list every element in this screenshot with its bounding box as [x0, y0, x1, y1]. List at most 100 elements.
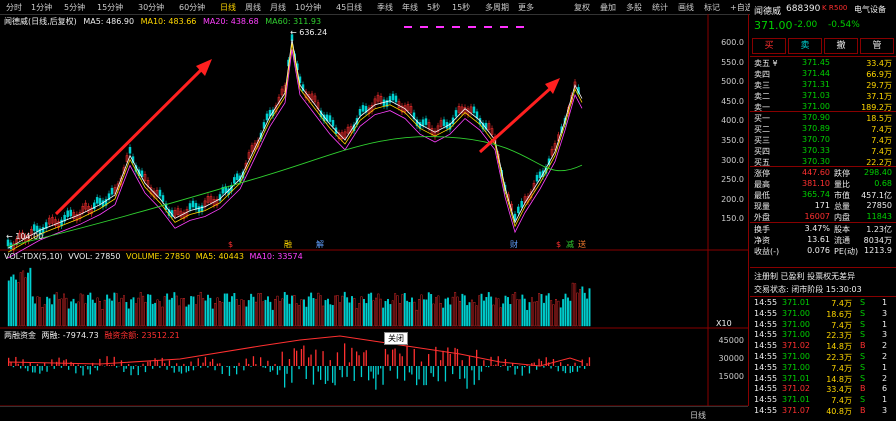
ask-row[interactable]: 卖三371.3129.7万	[750, 80, 896, 90]
fund-bar	[416, 366, 417, 385]
period-tab[interactable]: 年线	[402, 2, 418, 13]
period-tab[interactable]: 60分钟	[179, 2, 205, 13]
event-marker[interactable]: 解	[316, 239, 324, 249]
fund-bar	[56, 362, 57, 366]
bid-row[interactable]: 买三370.707.4万	[750, 135, 896, 145]
period-tab[interactable]: 5分钟	[64, 2, 85, 13]
fund-bar	[584, 366, 585, 369]
toolbar-action[interactable]: 画线	[678, 2, 694, 13]
tick-row[interactable]: 14:55371.0233.4万B6	[750, 384, 896, 394]
fund-bar	[277, 366, 278, 375]
tick-row[interactable]: 14:55371.0740.8万B3	[750, 406, 896, 416]
event-marker[interactable]: 融	[284, 239, 292, 249]
volume-bar	[464, 296, 466, 326]
fund-bar	[409, 366, 410, 372]
ask-row[interactable]: 卖四371.4466.9万	[750, 69, 896, 79]
fund-bar	[20, 366, 21, 368]
volume-bar	[126, 302, 128, 326]
tick-row[interactable]: 14:55371.0022.3万S3	[750, 330, 896, 340]
tick-row[interactable]: 14:55371.007.4万S1	[750, 363, 896, 373]
chart-panel[interactable]: $融解财$减送 闻德威(日线,后复权) MA5: 486.90 MA10: 48…	[0, 14, 749, 406]
period-tab[interactable]: 季线	[377, 2, 393, 13]
tick-row[interactable]: 14:55371.007.4万S1	[750, 320, 896, 330]
period-tab[interactable]: 日线	[220, 2, 236, 13]
tick-row[interactable]: 14:55371.0214.8万B2	[750, 341, 896, 351]
event-marker[interactable]: 送	[578, 239, 586, 249]
bid-row[interactable]: 买一370.9018.5万	[750, 113, 896, 123]
tick-time: 14:55	[754, 395, 777, 404]
fund-bar	[135, 365, 136, 366]
quote-row: 最低365.74市值457.1亿	[750, 190, 896, 200]
tick-row[interactable]: 14:55371.0022.3万S2	[750, 352, 896, 362]
period-tab[interactable]: 月线	[270, 2, 286, 13]
cancel-order-button[interactable]: 撤	[824, 38, 858, 54]
period-tab[interactable]: 15分钟	[97, 2, 123, 13]
volume-bar	[538, 293, 540, 326]
fund-bar	[298, 366, 299, 369]
fund-bar	[75, 366, 76, 373]
volume-bar	[97, 298, 99, 326]
fund-bar	[514, 366, 515, 375]
buy-button[interactable]: 买	[752, 38, 786, 54]
volume-bar	[188, 305, 190, 326]
toolbar-action[interactable]: 多股	[626, 2, 642, 13]
event-marker[interactable]: $	[228, 240, 233, 249]
fund-bar	[274, 364, 275, 366]
tick-row[interactable]: 14:55371.0018.6万S3	[750, 309, 896, 319]
manage-button[interactable]: 管	[860, 38, 894, 54]
fund-bar	[13, 366, 14, 367]
volume-bar	[291, 296, 293, 326]
period-tab[interactable]: 45日线	[336, 2, 362, 13]
period-tab[interactable]: 1分钟	[31, 2, 52, 13]
toolbar-action[interactable]: 叠加	[600, 2, 616, 13]
event-marker[interactable]: 减	[566, 239, 574, 249]
volume-bar	[522, 295, 524, 326]
industry-label[interactable]: 电气设备	[854, 4, 886, 15]
bid-row[interactable]: 买四370.337.4万	[750, 146, 896, 156]
volume-bar	[567, 298, 569, 326]
tick-row[interactable]: 14:55371.017.4万S1	[750, 395, 896, 405]
volume-bar	[253, 297, 255, 326]
volume-bar	[294, 295, 296, 326]
bid-row[interactable]: 买二370.897.4万	[750, 124, 896, 134]
tick-time: 14:55	[754, 320, 777, 329]
period-tab[interactable]: 多周期	[485, 2, 509, 13]
period-tab[interactable]: 10分钟	[295, 2, 321, 13]
period-tab[interactable]: 更多	[518, 2, 534, 13]
ask-row[interactable]: 卖二371.0337.1万	[750, 91, 896, 101]
ask-row[interactable]: 卖五 ¥371.4533.4万	[750, 58, 896, 68]
toolbar-action[interactable]: 标记	[704, 2, 720, 13]
period-tab[interactable]: 5秒	[427, 2, 440, 13]
tick-side: S	[860, 330, 865, 339]
toolbar-action[interactable]: 复权	[574, 2, 590, 13]
toolbar-action[interactable]: 统计	[652, 2, 668, 13]
event-marker[interactable]: 财	[510, 239, 518, 249]
period-tab[interactable]: 周线	[245, 2, 261, 13]
volume-bar	[562, 299, 564, 326]
candle-body	[362, 105, 364, 111]
ma5-legend: MA5: 486.90	[83, 17, 134, 26]
fund-tick: 30000	[710, 354, 744, 363]
volume-bar	[529, 302, 531, 326]
tick-row[interactable]: 14:55371.017.4万S1	[750, 298, 896, 308]
event-marker[interactable]: $	[556, 240, 561, 249]
fund-bar	[32, 366, 33, 372]
fund-bar	[373, 366, 374, 378]
volume-bar	[39, 298, 41, 326]
close-tooltip[interactable]: 关闭	[384, 332, 408, 345]
volume-bar	[356, 308, 358, 326]
tick-volume: 7.4万	[818, 363, 852, 374]
fund-bar	[589, 357, 590, 366]
tick-row[interactable]: 14:55371.0114.8万S2	[750, 374, 896, 384]
period-tab[interactable]: 30分钟	[138, 2, 164, 13]
bottom-tab[interactable]: 日线	[690, 410, 706, 421]
fund-bar	[265, 366, 266, 368]
period-tab[interactable]: 分时	[6, 2, 22, 13]
period-tab[interactable]: 15秒	[452, 2, 470, 13]
fund-bar	[262, 366, 263, 367]
kline-chart[interactable]: $ 融 解 财 $ 减送	[0, 14, 748, 420]
fund-bar	[366, 350, 367, 366]
volume-bar	[147, 294, 149, 326]
sell-button[interactable]: 卖	[788, 38, 822, 54]
fund-bar	[133, 366, 134, 369]
